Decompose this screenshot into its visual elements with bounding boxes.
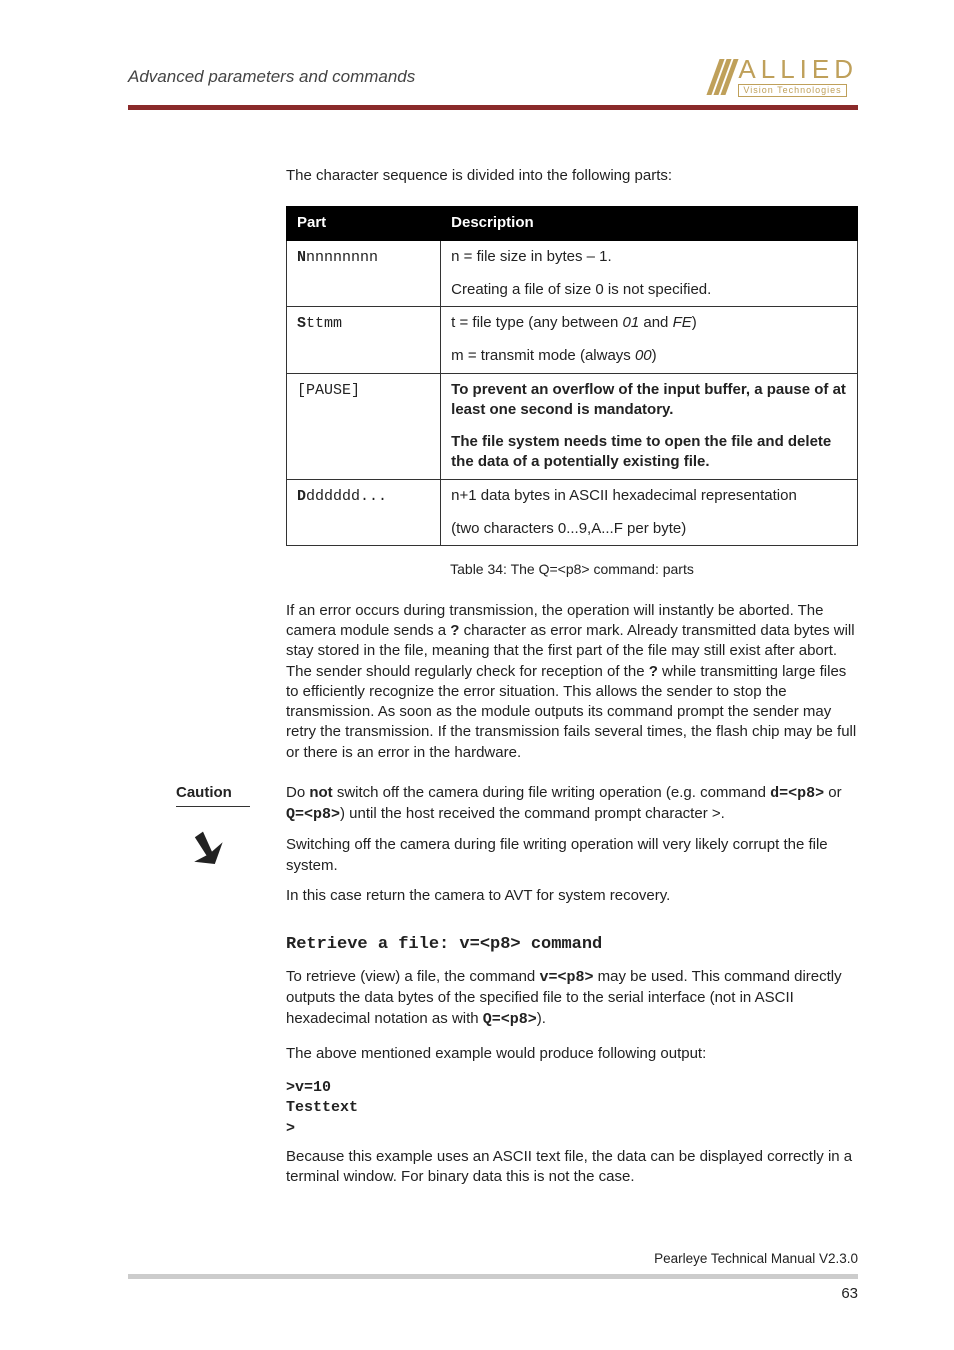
logo-stripes-icon bbox=[713, 59, 732, 95]
retrieve-p3: Because this example uses an ASCII text … bbox=[286, 1147, 858, 1188]
caution-p3: In this case return the camera to AVT fo… bbox=[286, 886, 858, 906]
error-paragraph: If an error occurs during transmission, … bbox=[286, 601, 858, 763]
retrieve-p2: The above mentioned example would produc… bbox=[286, 1044, 858, 1064]
intro-text: The character sequence is divided into t… bbox=[286, 166, 858, 186]
logo-main-text: ALLIED bbox=[738, 56, 858, 82]
table-row: Nnnnnnnnn n = file size in bytes – 1. bbox=[287, 240, 858, 274]
table-row: The file system needs time to open the f… bbox=[287, 426, 858, 479]
logo-sub-text: Vision Technologies bbox=[738, 84, 846, 97]
caution-label: Caution bbox=[176, 783, 250, 807]
table-row: Sttmm t = file type (any between 01 and … bbox=[287, 307, 858, 341]
table-row: Creating a file of size 0 is not specifi… bbox=[287, 274, 858, 307]
caution-p2: Switching off the camera during file wri… bbox=[286, 835, 858, 876]
table-row: (two characters 0...9,A...F per byte) bbox=[287, 513, 858, 546]
th-part: Part bbox=[287, 207, 441, 240]
table-caption: Table 34: The Q=<p8> command: parts bbox=[286, 560, 858, 579]
table-row: Ddddddd... n+1 data bytes in ASCII hexad… bbox=[287, 479, 858, 513]
code-sample: >v=10 Testtext > bbox=[286, 1078, 858, 1139]
footer-rule bbox=[128, 1274, 858, 1279]
retrieve-p1: To retrieve (view) a file, the command v… bbox=[286, 967, 858, 1030]
table-row: [PAUSE] To prevent an overflow of the in… bbox=[287, 373, 858, 426]
page-header-title: Advanced parameters and commands bbox=[128, 67, 415, 87]
caution-block: Caution ➘ Do not switch off the camera d… bbox=[176, 783, 858, 916]
table-row: m = transmit mode (always 00) bbox=[287, 340, 858, 373]
th-desc: Description bbox=[441, 207, 858, 240]
footer-manual-title: Pearleye Technical Manual V2.3.0 bbox=[128, 1251, 858, 1266]
page-number: 63 bbox=[128, 1285, 858, 1302]
parts-table: Part Description Nnnnnnnnn n = file size… bbox=[286, 206, 858, 546]
header-rule bbox=[128, 105, 858, 110]
caution-p1: Do not switch off the camera during file… bbox=[286, 783, 858, 826]
section-heading-retrieve: Retrieve a file: v=<p8> command bbox=[286, 934, 858, 957]
brand-logo: ALLIED Vision Technologies bbox=[713, 56, 858, 97]
lightning-icon: ➘ bbox=[174, 821, 231, 875]
